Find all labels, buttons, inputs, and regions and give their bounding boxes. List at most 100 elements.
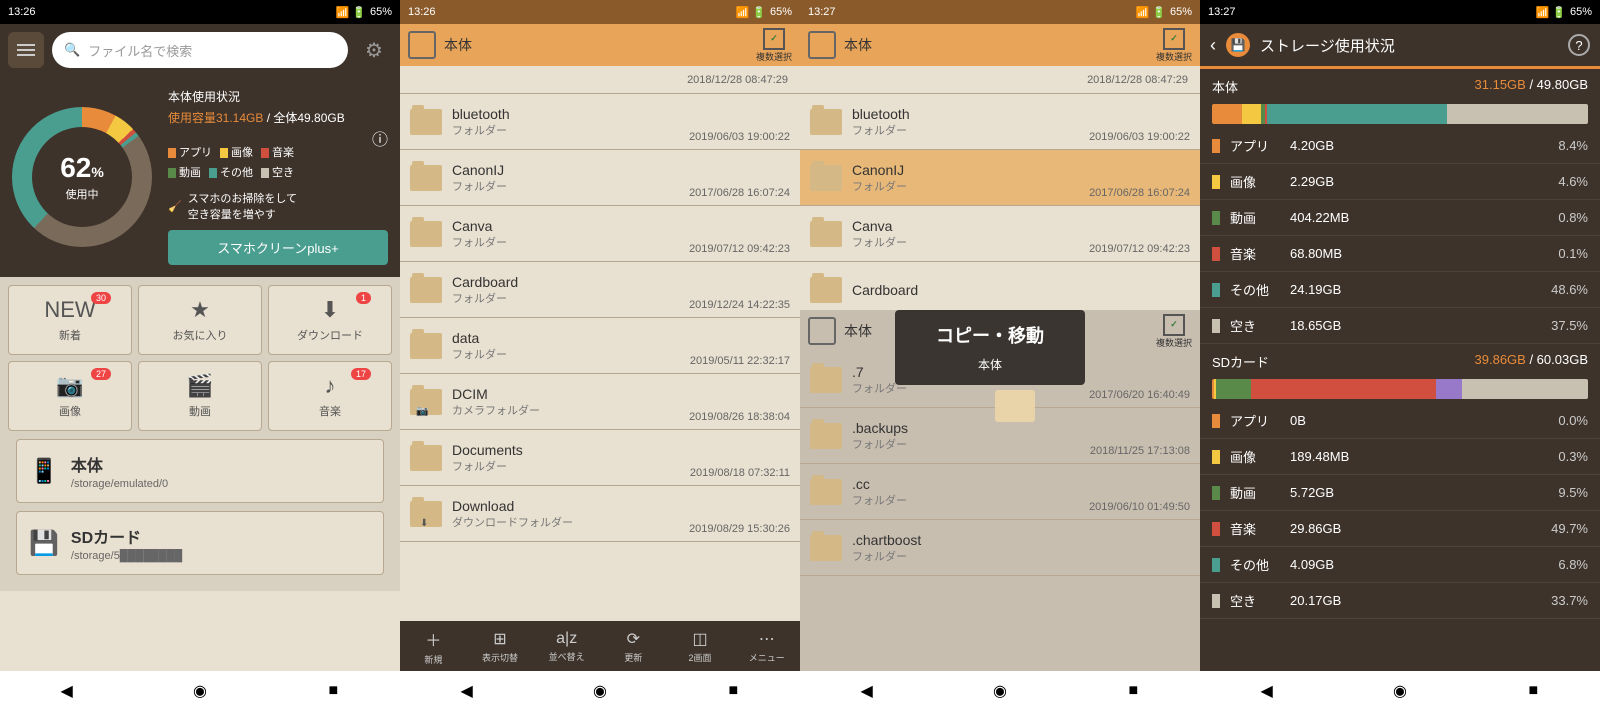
clean-button[interactable]: スマホクリーンplus+ — [168, 230, 388, 265]
nav-home[interactable]: ◉ — [590, 681, 610, 701]
statusbar: 13:26 📶 🔋 65% — [0, 0, 400, 24]
storage-row[interactable]: 動画 5.72GB 9.5% — [1200, 475, 1600, 511]
multiselect-toggle[interactable]: ✓ 複数選択 — [756, 28, 792, 63]
storage-row[interactable]: 空き 20.17GB 33.7% — [1200, 583, 1600, 619]
storage-row[interactable]: アプリ 0B 0.0% — [1200, 403, 1600, 439]
toolbar-新規[interactable]: ＋新規 — [400, 621, 467, 671]
file-name: Cardboard — [452, 274, 679, 290]
storage-row[interactable]: 音楽 29.86GB 49.7% — [1200, 511, 1600, 547]
category-percent: 6.8% — [1558, 557, 1588, 572]
nav-recent[interactable]: ■ — [723, 681, 743, 701]
folder-icon — [810, 367, 842, 393]
tile-画像[interactable]: 27📷画像 — [8, 361, 132, 431]
nav-home[interactable]: ◉ — [190, 681, 210, 701]
storage-row[interactable]: 空き 18.65GB 37.5% — [1200, 308, 1600, 344]
list-item[interactable]: CanonIJフォルダー 2017/06/28 16:07:24 — [800, 150, 1200, 206]
category-label: その他 — [1230, 280, 1290, 299]
usage-percent-label: 使用中 — [66, 186, 99, 202]
list-item[interactable]: CanonIJフォルダー 2017/06/28 16:07:24 — [400, 150, 800, 206]
storage-row[interactable]: 音楽 68.80MB 0.1% — [1200, 236, 1600, 272]
toolbar-label: 表示切替 — [482, 651, 518, 664]
list-item[interactable]: Cardboardフォルダー 2019/12/24 14:22:35 — [400, 262, 800, 318]
storage-name: 本体 — [1212, 77, 1238, 96]
list-item[interactable]: dataフォルダー 2019/05/11 22:32:17 — [400, 318, 800, 374]
breadcrumb[interactable]: 本体 — [844, 35, 872, 55]
file-type: フォルダー — [852, 492, 1079, 508]
category-percent: 0.0% — [1558, 413, 1588, 428]
toolbar-メニュー[interactable]: ⋯メニュー — [733, 621, 800, 671]
file-list[interactable]: 2018/12/28 08:47:29 bluetoothフォルダー 2019/… — [400, 66, 800, 621]
tile-新着[interactable]: 30NEW新着 — [8, 285, 132, 355]
list-item[interactable]: bluetoothフォルダー 2019/06/03 19:00:22 — [800, 94, 1200, 150]
folder-icon — [410, 221, 442, 247]
file-date: 2017/06/20 16:40:49 — [1089, 389, 1190, 401]
back-button[interactable]: ‹ — [1210, 35, 1216, 56]
device-icon — [808, 31, 836, 59]
storage-row[interactable]: 画像 2.29GB 4.6% — [1200, 164, 1600, 200]
storage-row[interactable]: その他 4.09GB 6.8% — [1200, 547, 1600, 583]
storage-used: 39.86GB — [1475, 352, 1526, 367]
nav-recent[interactable]: ■ — [1123, 681, 1143, 701]
storage-section-header: SDカード39.86GB / 60.03GB — [1200, 344, 1600, 375]
storage-row[interactable]: 動画 404.22MB 0.8% — [1200, 200, 1600, 236]
storage-row[interactable]: 画像 189.48MB 0.3% — [1200, 439, 1600, 475]
list-item[interactable]: 2018/12/28 08:47:29 — [800, 66, 1200, 94]
multiselect-toggle[interactable]: ✓ 複数選択 — [1156, 314, 1192, 349]
menu-button[interactable] — [8, 32, 44, 68]
location-本体[interactable]: 📱本体/storage/emulated/0 — [16, 439, 384, 503]
category-size: 4.20GB — [1290, 138, 1558, 153]
android-navbar: ◀ ◉ ■ — [400, 671, 800, 711]
toolbar-2画面[interactable]: ◫2画面 — [667, 621, 734, 671]
list-item[interactable]: bluetoothフォルダー 2019/06/03 19:00:22 — [400, 94, 800, 150]
storage-row[interactable]: アプリ 4.20GB 8.4% — [1200, 128, 1600, 164]
search-input[interactable]: 🔍 ファイル名で検索 — [52, 32, 348, 68]
list-item[interactable]: Documentsフォルダー 2019/08/18 07:32:11 — [400, 430, 800, 486]
tile-label: 音楽 — [319, 403, 341, 419]
help-button[interactable]: ? — [1568, 34, 1590, 56]
nav-home[interactable]: ◉ — [990, 681, 1010, 701]
list-item[interactable]: .chartboostフォルダー — [800, 520, 1200, 576]
tile-音楽[interactable]: 17♪音楽 — [268, 361, 392, 431]
nav-recent[interactable]: ■ — [1523, 681, 1543, 701]
file-type: フォルダー — [852, 122, 1079, 138]
list-item[interactable]: DCIMカメラフォルダー 2019/08/26 18:38:04 — [400, 374, 800, 430]
android-navbar: ◀ ◉ ■ — [1200, 671, 1600, 711]
file-list-2[interactable]: .7フォルダー 2017/06/20 16:40:49 .backupsフォルダ… — [800, 352, 1200, 576]
breadcrumb[interactable]: 本体 — [444, 35, 472, 55]
file-date: 2019/07/12 09:42:23 — [1089, 243, 1190, 255]
toolbar-更新[interactable]: ⟳更新 — [600, 621, 667, 671]
breadcrumb[interactable]: 本体 — [844, 321, 872, 341]
folder-icon — [810, 479, 842, 505]
tile-お気に入り[interactable]: ★お気に入り — [138, 285, 262, 355]
tile-ダウンロード[interactable]: 1⬇ダウンロード — [268, 285, 392, 355]
storage-row[interactable]: その他 24.19GB 48.6% — [1200, 272, 1600, 308]
nav-back[interactable]: ◀ — [457, 681, 477, 701]
location-path: /storage/5████████ — [71, 550, 182, 562]
tile-動画[interactable]: 🎬動画 — [138, 361, 262, 431]
file-date: 2019/06/03 19:00:22 — [689, 131, 790, 143]
settings-button[interactable]: ⚙ — [356, 32, 392, 68]
category-label: 音楽 — [1230, 519, 1290, 538]
nav-recent[interactable]: ■ — [323, 681, 343, 701]
badge: 30 — [91, 292, 111, 304]
nav-back[interactable]: ◀ — [57, 681, 77, 701]
file-type: フォルダー — [452, 458, 680, 474]
nav-back[interactable]: ◀ — [1257, 681, 1277, 701]
nav-back[interactable]: ◀ — [857, 681, 877, 701]
list-item[interactable]: Canvaフォルダー 2019/07/12 09:42:23 — [400, 206, 800, 262]
info-icon[interactable]: ⓘ — [372, 126, 388, 150]
toolbar-表示切替[interactable]: ⊞表示切替 — [467, 621, 534, 671]
toolbar-並べ替え[interactable]: a|z並べ替え — [533, 621, 600, 671]
list-item[interactable]: Downloadダウンロードフォルダー 2019/08/29 15:30:26 — [400, 486, 800, 542]
list-item[interactable]: .ccフォルダー 2019/06/10 01:49:50 — [800, 464, 1200, 520]
folder-icon — [410, 165, 442, 191]
nav-home[interactable]: ◉ — [1390, 681, 1410, 701]
multiselect-toggle[interactable]: ✓ 複数選択 — [1156, 28, 1192, 63]
location-SDカード[interactable]: 💾SDカード/storage/5████████ — [16, 511, 384, 575]
file-name: Download — [452, 498, 679, 514]
list-item[interactable]: Canvaフォルダー 2019/07/12 09:42:23 — [800, 206, 1200, 262]
file-type: フォルダー — [452, 234, 679, 250]
storage-body[interactable]: 本体31.15GB / 49.80GB アプリ 4.20GB 8.4% 画像 2… — [1200, 69, 1600, 671]
tile-icon: ⬇ — [321, 297, 339, 323]
list-item[interactable]: 2018/12/28 08:47:29 — [400, 66, 800, 94]
